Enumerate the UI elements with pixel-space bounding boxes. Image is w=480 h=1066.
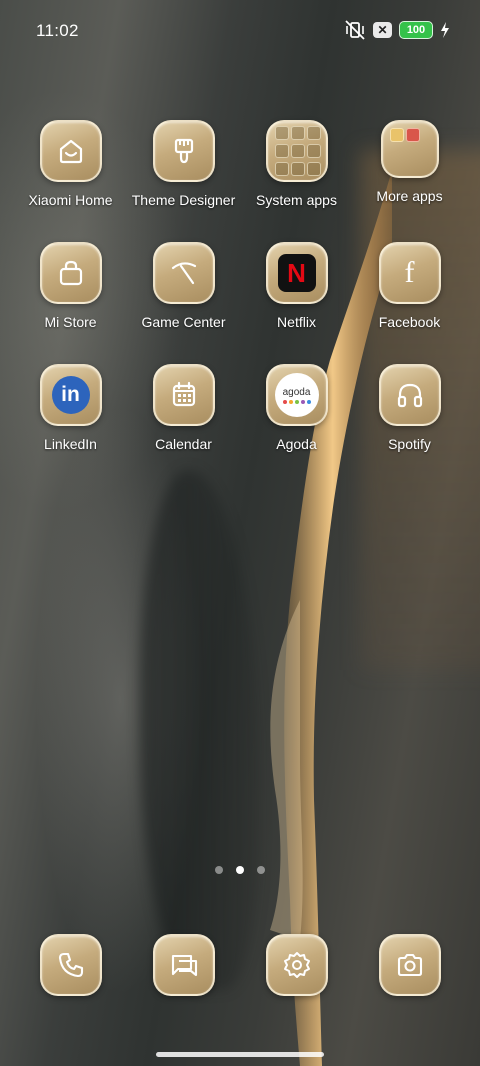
- app-mi-store[interactable]: Mi Store: [14, 242, 127, 364]
- folder-system-apps[interactable]: System apps: [240, 120, 353, 242]
- app-label: System apps: [256, 192, 337, 208]
- message-icon: [152, 934, 215, 996]
- headphones-icon: [378, 364, 441, 426]
- folder-more-apps[interactable]: More apps: [353, 120, 466, 242]
- mini-app-icon: [306, 144, 321, 158]
- page-dot[interactable]: [215, 866, 223, 874]
- mini-app-icon: [290, 144, 305, 158]
- page-dot[interactable]: [257, 866, 265, 874]
- status-icons: ✕ 100: [344, 20, 450, 40]
- dock-settings[interactable]: [240, 934, 353, 996]
- app-label: Netflix: [277, 314, 316, 330]
- facebook-glyph: f: [404, 256, 415, 289]
- paintbrush-icon: [152, 120, 215, 182]
- app-agoda[interactable]: agoda Agoda: [240, 364, 353, 486]
- mini-app-icon: [389, 128, 404, 142]
- app-theme-designer[interactable]: Theme Designer: [127, 120, 240, 242]
- app-label: Calendar: [155, 436, 212, 452]
- camera-icon: [378, 934, 441, 996]
- app-grid: Xiaomi Home Theme Designer System apps M…: [14, 120, 466, 486]
- mini-app-icon: [290, 126, 305, 140]
- calendar-icon: [152, 364, 215, 426]
- vibrate-off-icon: [345, 20, 365, 40]
- app-label: Mi Store: [44, 314, 97, 330]
- phone-icon: [39, 934, 102, 996]
- folder-icon: [380, 120, 439, 178]
- pickaxe-icon: [152, 242, 215, 304]
- linkedin-icon: in: [39, 364, 102, 426]
- charging-bolt-icon: [441, 22, 449, 38]
- app-label: Facebook: [378, 314, 441, 330]
- agoda-dots: [282, 399, 311, 404]
- page-dot-active[interactable]: [236, 866, 244, 874]
- app-row: Xiaomi Home Theme Designer System apps M…: [14, 120, 466, 242]
- linkedin-logo: in: [51, 376, 90, 414]
- status-bar: 11:02 ✕ 100: [0, 0, 480, 60]
- app-xiaomi-home[interactable]: Xiaomi Home: [14, 120, 127, 242]
- page-indicator[interactable]: [0, 866, 480, 874]
- mini-app-icon: [405, 128, 420, 142]
- mini-app-icon: [290, 162, 305, 176]
- app-facebook[interactable]: f Facebook: [353, 242, 466, 364]
- app-label: Game Center: [141, 314, 226, 330]
- mini-app-icon: [306, 126, 321, 140]
- dock-phone[interactable]: [14, 934, 127, 996]
- mini-app-icon: [306, 162, 321, 176]
- app-label: LinkedIn: [44, 436, 97, 452]
- app-linkedin[interactable]: in LinkedIn: [14, 364, 127, 486]
- gear-icon: [265, 934, 328, 996]
- netflix-icon: N: [265, 242, 328, 304]
- folder-preview: [274, 126, 321, 176]
- app-calendar[interactable]: Calendar: [127, 364, 240, 486]
- app-label: More apps: [376, 188, 443, 204]
- facebook-icon: f: [378, 242, 441, 304]
- netflix-logo: N: [277, 254, 316, 292]
- agoda-logo: agoda: [274, 373, 319, 417]
- app-spotify[interactable]: Spotify: [353, 364, 466, 486]
- mini-app-icon: [274, 126, 289, 140]
- app-game-center[interactable]: Game Center: [127, 242, 240, 364]
- dock: [14, 934, 466, 996]
- mini-app-icon: [274, 144, 289, 158]
- folder-icon: [265, 120, 328, 182]
- battery-icon: 100: [399, 21, 433, 39]
- xiaomi-home-icon: [39, 120, 102, 182]
- app-row: in LinkedIn Calendar agoda Agoda Spotify: [14, 364, 466, 486]
- agoda-icon: agoda: [265, 364, 328, 426]
- app-label: Agoda: [276, 436, 317, 452]
- app-label: Spotify: [388, 436, 431, 452]
- agoda-wordmark: agoda: [282, 386, 311, 398]
- dock-messages[interactable]: [127, 934, 240, 996]
- gesture-navigation-bar[interactable]: [156, 1052, 324, 1057]
- app-netflix[interactable]: N Netflix: [240, 242, 353, 364]
- app-label: Xiaomi Home: [28, 192, 113, 208]
- folder-preview: [389, 128, 434, 142]
- dock-camera[interactable]: [353, 934, 466, 996]
- app-row: Mi Store Game Center N Netflix f Faceboo…: [14, 242, 466, 364]
- notification-x-icon: ✕: [373, 22, 392, 38]
- mini-app-icon: [274, 162, 289, 176]
- shopping-bag-icon: [39, 242, 102, 304]
- clock: 11:02: [36, 21, 79, 40]
- app-label: Theme Designer: [131, 192, 236, 208]
